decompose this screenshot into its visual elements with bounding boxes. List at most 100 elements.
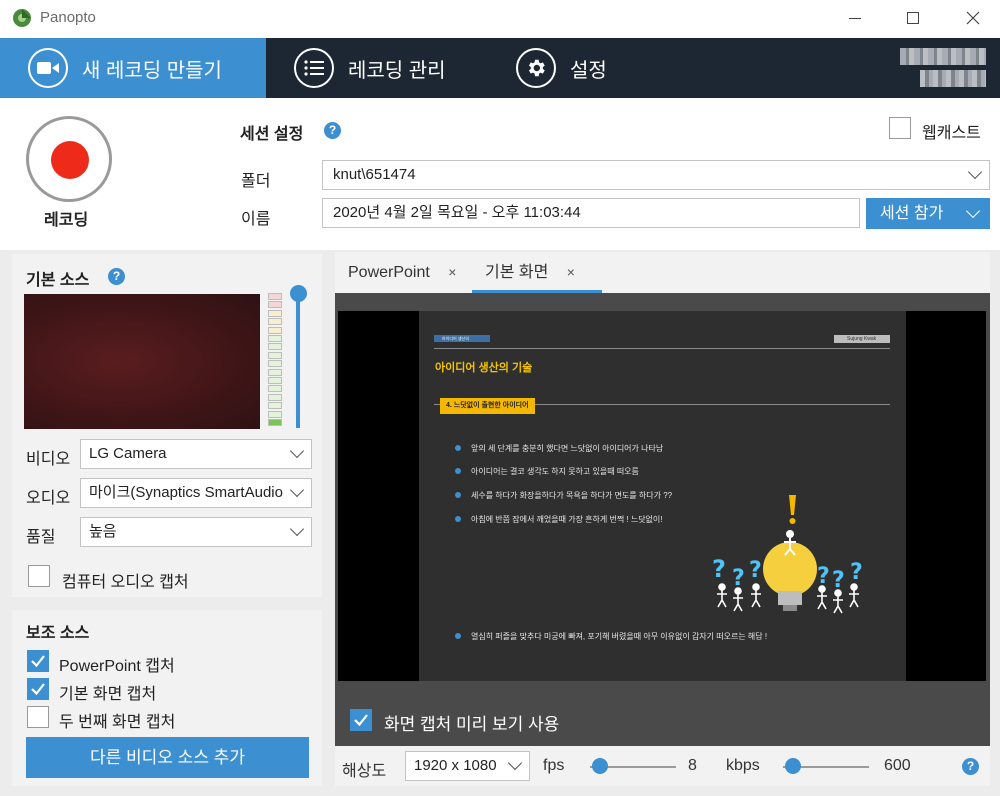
maximize-button[interactable] bbox=[890, 0, 936, 36]
close-window-button[interactable] bbox=[950, 0, 996, 36]
tab-label: 레코딩 관리 bbox=[348, 59, 446, 82]
gear-icon bbox=[516, 48, 556, 88]
title-bar: Panopto bbox=[0, 0, 1000, 38]
video-camera-icon bbox=[28, 48, 68, 88]
meter-segment bbox=[268, 419, 282, 426]
meter-segment bbox=[268, 385, 282, 393]
record-button[interactable] bbox=[26, 116, 112, 202]
meter-segment bbox=[268, 335, 282, 342]
slide-bullet: 열심히 퍼즐을 맞추다 미궁에 빠져, 포기해 버렸을때 아무 이유없이 갑자기… bbox=[471, 632, 768, 641]
tab-settings[interactable]: 설정 bbox=[516, 38, 607, 98]
main-screen-capture-label: 기본 화면 캡처 bbox=[59, 686, 157, 703]
chevron-down-icon bbox=[965, 203, 981, 219]
user-account[interactable] bbox=[900, 48, 986, 88]
main-nav: 새 레코딩 만들기 레코딩 관리 설정 bbox=[0, 38, 1000, 98]
volume-slider-handle[interactable] bbox=[290, 285, 307, 302]
meter-segment bbox=[268, 393, 282, 401]
powerpoint-capture-checkbox[interactable] bbox=[27, 650, 49, 672]
primary-source-title: 기본 소스 bbox=[26, 272, 90, 289]
slide-heading: 아이디어 생산의 기술 bbox=[435, 362, 533, 374]
second-screen-capture-label: 두 번째 화면 캡처 bbox=[59, 714, 176, 731]
kbps-value: 600 bbox=[884, 757, 911, 774]
maximize-icon bbox=[907, 12, 919, 24]
tab-label: 기본 화면 bbox=[485, 264, 549, 281]
tab-powerpoint[interactable]: PowerPoint × bbox=[348, 252, 456, 292]
audio-select[interactable]: 마이크(Synaptics SmartAudio bbox=[80, 478, 312, 508]
slide-bullet: 아침에 반쯤 잠에서 깨었을때 가장 흔하게 번쩍 ! 느닷없이! bbox=[471, 515, 663, 524]
help-icon[interactable]: ? bbox=[324, 122, 341, 139]
presentation-slide: 아이디어 생산의 Sujung Kwak 아이디어 생산의 기술 4. 느닷없이… bbox=[419, 311, 906, 681]
slide-right-tag: Sujung Kwak bbox=[847, 336, 877, 342]
meter-segment bbox=[268, 318, 282, 326]
meter-segment bbox=[268, 368, 282, 376]
chevron-down-icon bbox=[507, 755, 523, 771]
folder-select[interactable]: knut\651474 bbox=[322, 160, 990, 190]
fps-slider-handle[interactable] bbox=[592, 758, 608, 774]
tab-label: 새 레코딩 만들기 bbox=[82, 59, 222, 82]
quality-value: 높음 bbox=[89, 523, 117, 540]
join-session-button[interactable]: 세션 참가 bbox=[866, 198, 990, 229]
resolution-select[interactable]: 1920 x 1080 bbox=[405, 751, 530, 781]
second-screen-capture-checkbox[interactable] bbox=[27, 706, 49, 728]
powerpoint-capture-label: PowerPoint 캡처 bbox=[59, 658, 175, 675]
tab-main-screen[interactable]: 기본 화면 × bbox=[472, 252, 602, 293]
lightbulb-illustration: ? ? ? ? ? ? bbox=[712, 495, 863, 614]
audio-value: 마이크(Synaptics SmartAudio bbox=[89, 484, 283, 501]
audio-level-meter bbox=[268, 293, 284, 429]
close-icon bbox=[966, 11, 980, 25]
kbps-slider-handle[interactable] bbox=[785, 758, 801, 774]
meter-segment bbox=[268, 410, 282, 418]
tab-new-recording[interactable]: 새 레코딩 만들기 bbox=[0, 38, 266, 98]
record-label: 레코딩 bbox=[44, 212, 89, 229]
minimize-icon bbox=[849, 17, 861, 19]
resolution-label: 해상도 bbox=[342, 763, 387, 780]
meter-segment bbox=[268, 301, 282, 309]
folder-label: 폴더 bbox=[241, 173, 271, 190]
fps-label: fps bbox=[543, 757, 565, 774]
meter-segment bbox=[268, 351, 282, 359]
chevron-down-icon bbox=[967, 164, 983, 180]
meter-segment bbox=[268, 293, 282, 300]
secondary-source-title: 보조 소스 bbox=[26, 625, 90, 642]
record-dot-icon bbox=[51, 141, 89, 179]
preview-tabs: PowerPoint × 기본 화면 × bbox=[335, 252, 990, 294]
name-label: 이름 bbox=[241, 211, 271, 228]
meter-segment bbox=[268, 343, 282, 351]
folder-value: knut\651474 bbox=[333, 166, 416, 183]
video-select[interactable]: LG Camera bbox=[80, 439, 312, 469]
slide-bullet: 앞의 세 단계를 충분히 했다면 느닷없이 아이디어가 나타남 bbox=[471, 444, 664, 453]
fps-value: 8 bbox=[688, 757, 697, 774]
tab-manage-recordings[interactable]: 레코딩 관리 bbox=[294, 38, 446, 98]
meter-segment bbox=[268, 402, 282, 410]
close-tab-icon[interactable]: × bbox=[448, 264, 456, 280]
quality-select[interactable]: 높음 bbox=[80, 517, 312, 547]
webcast-label: 웹캐스트 bbox=[922, 125, 981, 142]
webcast-checkbox[interactable] bbox=[889, 117, 911, 139]
help-icon[interactable]: ? bbox=[108, 268, 125, 285]
chevron-down-icon bbox=[289, 521, 305, 537]
main-screen-capture-checkbox[interactable] bbox=[27, 678, 49, 700]
add-video-source-button[interactable]: 다른 비디오 소스 추가 bbox=[26, 737, 309, 778]
chevron-down-icon bbox=[289, 443, 305, 459]
list-icon bbox=[294, 48, 334, 88]
panopto-logo-icon bbox=[13, 9, 31, 27]
svg-text:?: ? bbox=[749, 558, 762, 583]
tab-label: PowerPoint bbox=[348, 264, 430, 281]
check-icon bbox=[31, 683, 45, 696]
minimize-button[interactable] bbox=[832, 0, 878, 36]
join-session-label: 세션 참가 bbox=[880, 205, 944, 222]
session-name-input[interactable]: 2020년 4월 2일 목요일 - 오후 11:03:44 bbox=[322, 198, 860, 228]
volume-slider-track[interactable] bbox=[296, 298, 300, 428]
help-icon[interactable]: ? bbox=[962, 758, 979, 775]
close-tab-icon[interactable]: × bbox=[567, 264, 575, 280]
session-settings-title: 세션 설정 bbox=[240, 126, 304, 143]
computer-audio-label: 컴퓨터 오디오 캡처 bbox=[62, 574, 189, 591]
svg-text:?: ? bbox=[712, 555, 726, 583]
meter-segment bbox=[268, 309, 282, 317]
use-screen-preview-checkbox[interactable] bbox=[350, 709, 372, 731]
app-title: Panopto bbox=[40, 9, 96, 26]
slide-tag: 아이디어 생산의 bbox=[442, 336, 469, 341]
svg-text:?: ? bbox=[817, 564, 830, 589]
computer-audio-checkbox[interactable] bbox=[28, 565, 50, 587]
camera-preview bbox=[24, 294, 260, 429]
